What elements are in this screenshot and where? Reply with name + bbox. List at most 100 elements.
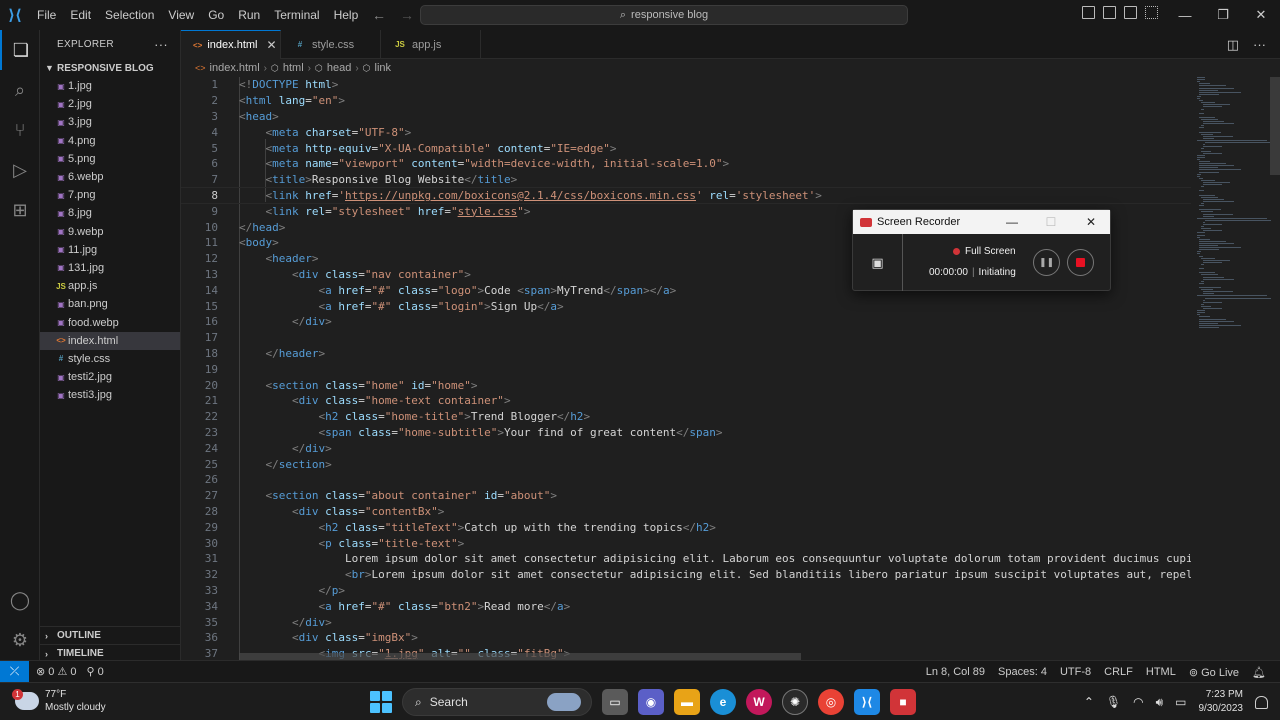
file-name: 3.jpg xyxy=(68,116,92,129)
ports-indicator[interactable]: ⚲ 0 xyxy=(87,665,104,678)
toggle-primary-sidebar-icon[interactable] xyxy=(1082,6,1095,19)
file-explorer-icon[interactable]: ▬ xyxy=(674,689,700,715)
maximize-button[interactable]: ❐ xyxy=(1204,0,1242,30)
menu-terminal[interactable]: Terminal xyxy=(267,0,326,30)
cursor-position[interactable]: Ln 8, Col 89 xyxy=(926,666,985,678)
menu-edit[interactable]: Edit xyxy=(63,0,98,30)
tab-style-css[interactable]: # style.css xyxy=(281,30,381,59)
breadcrumb-item[interactable]: html xyxy=(283,62,304,74)
file-item[interactable]: <> index.html xyxy=(40,331,180,350)
menu-file[interactable]: File xyxy=(30,0,63,30)
weather-widget[interactable]: 1 77°F Mostly cloudy xyxy=(12,688,106,714)
menu-help[interactable]: Help xyxy=(327,0,366,30)
battery-icon[interactable]: ▭ xyxy=(1175,695,1186,709)
menu-go[interactable]: Go xyxy=(201,0,231,30)
vscode-taskbar-icon[interactable]: ⟩⟨ xyxy=(854,689,880,715)
chevron-up-icon[interactable]: ⌃ xyxy=(1084,695,1094,709)
forward-arrow-icon[interactable]: → xyxy=(400,7,414,23)
toggle-secondary-sidebar-icon[interactable] xyxy=(1124,6,1137,19)
more-actions-icon[interactable]: ··· xyxy=(154,37,168,52)
screen-recorder-taskbar-icon[interactable]: ■ xyxy=(890,689,916,715)
teams-icon[interactable]: ◉ xyxy=(638,689,664,715)
file-item[interactable]: ▣ food.webp xyxy=(40,313,180,331)
open-folder-icon[interactable]: ▣ xyxy=(853,234,903,291)
recorder-close-button[interactable]: ✕ xyxy=(1072,210,1110,234)
account-icon[interactable]: ◯ xyxy=(0,580,40,620)
start-button[interactable] xyxy=(370,691,392,713)
js-file-icon: JS xyxy=(395,40,405,49)
outline-section[interactable]: › OUTLINE xyxy=(40,626,181,644)
problems-indicator[interactable]: ⊗ 0 ⚠ 0 xyxy=(36,665,77,678)
tab-label: style.css xyxy=(312,38,355,51)
end-of-line[interactable]: CRLF xyxy=(1104,666,1133,678)
go-live-button[interactable]: ⊚ Go Live xyxy=(1189,666,1239,679)
breadcrumb-item[interactable]: index.html xyxy=(210,62,260,74)
encoding[interactable]: UTF-8 xyxy=(1060,666,1091,678)
remote-icon[interactable]: ⤫ xyxy=(0,660,29,683)
app-w-icon[interactable]: W xyxy=(746,689,772,715)
menu-view[interactable]: View xyxy=(161,0,201,30)
file-item[interactable]: JS app.js xyxy=(40,277,180,295)
breadcrumb-item[interactable]: head xyxy=(327,62,351,74)
notifications-bell-icon[interactable]: 🔔︎ xyxy=(1252,666,1266,679)
breadcrumb-item[interactable]: link xyxy=(375,62,392,74)
file-item[interactable]: ▣ 3.jpg xyxy=(40,113,180,131)
menu-selection[interactable]: Selection xyxy=(98,0,161,30)
file-item[interactable]: # style.css xyxy=(40,350,180,368)
file-item[interactable]: ▣ 5.png xyxy=(40,150,180,168)
file-item[interactable]: ▣ 131.jpg xyxy=(40,259,180,277)
clock[interactable]: 7:23 PM 9/30/2023 xyxy=(1199,688,1244,716)
file-item[interactable]: ▣ 9.webp xyxy=(40,223,180,241)
stop-button[interactable] xyxy=(1067,249,1094,276)
code-editor[interactable]: 1 <!DOCTYPE html> 2 <html lang="en"> 3 <head>… xyxy=(181,77,1191,660)
tab-app-js[interactable]: JS app.js xyxy=(381,30,481,59)
file-item[interactable]: ▣ 1.jpg xyxy=(40,77,180,95)
file-item[interactable]: ▣ 2.jpg xyxy=(40,95,180,113)
back-arrow-icon[interactable]: ← xyxy=(372,7,386,23)
menu-run[interactable]: Run xyxy=(231,0,267,30)
file-item[interactable]: ▣ ban.png xyxy=(40,295,180,313)
file-item[interactable]: ▣ 7.png xyxy=(40,186,180,204)
pause-button[interactable]: ❚❚ xyxy=(1033,249,1060,276)
file-item[interactable]: ▣ 11.jpg xyxy=(40,241,180,259)
chrome-icon[interactable]: ◎ xyxy=(818,689,844,715)
settings-gear-icon[interactable]: ⚙ xyxy=(0,620,40,660)
more-actions-icon[interactable]: ··· xyxy=(1253,37,1266,52)
file-item[interactable]: ▣ testi3.jpg xyxy=(40,386,180,404)
split-editor-icon[interactable]: ◫ xyxy=(1227,37,1239,53)
file-item[interactable]: ▣ 8.jpg xyxy=(40,204,180,222)
language-mode[interactable]: HTML xyxy=(1146,666,1176,678)
file-item[interactable]: ▣ 6.webp xyxy=(40,168,180,186)
vertical-scrollbar[interactable] xyxy=(1270,77,1280,175)
chatgpt-icon[interactable]: ✺ xyxy=(782,689,808,715)
extensions-icon[interactable]: ⊞ xyxy=(0,190,40,230)
toggle-panel-icon[interactable] xyxy=(1103,6,1116,19)
search-view-icon[interactable]: ⌕ xyxy=(0,70,40,110)
microphone-icon[interactable]: 🎙︎ xyxy=(1106,695,1121,709)
wifi-icon[interactable]: ◠ xyxy=(1133,695,1143,709)
run-debug-icon[interactable]: ▷ xyxy=(0,150,40,190)
explorer-icon[interactable]: ❏ xyxy=(0,30,40,70)
tab-index-html[interactable]: <> index.html ✕ xyxy=(181,30,281,59)
code-text: <a href="#" class="logo">Code <span>MyTr… xyxy=(318,283,677,297)
close-tab-icon[interactable]: ✕ xyxy=(266,38,276,52)
minimize-button[interactable]: — xyxy=(1166,0,1204,30)
recorder-minimize-button[interactable]: — xyxy=(993,210,1031,234)
minimap[interactable] xyxy=(1191,77,1271,337)
task-view-icon[interactable]: ▭ xyxy=(602,689,628,715)
command-center-search[interactable]: ⌕ responsive blog xyxy=(420,5,908,25)
code-line: 16 </div> xyxy=(181,314,1191,330)
volume-icon[interactable]: 🔊︎ xyxy=(1156,695,1164,710)
img-file-icon: ▣ xyxy=(57,208,65,218)
source-control-icon[interactable]: ⑂ xyxy=(0,110,40,150)
close-button[interactable]: ✕ xyxy=(1242,0,1280,30)
file-item[interactable]: ▣ testi2.jpg xyxy=(40,368,180,386)
folder-root[interactable]: ▼ RESPONSIVE BLOG xyxy=(40,59,180,77)
notification-bell-icon[interactable] xyxy=(1255,695,1268,709)
customize-layout-icon[interactable] xyxy=(1145,6,1158,19)
recorder-maximize-button[interactable]: ☐ xyxy=(1032,210,1070,234)
taskbar-search[interactable]: ⌕ Search xyxy=(402,688,592,716)
indentation[interactable]: Spaces: 4 xyxy=(998,666,1047,678)
edge-browser-icon[interactable]: e xyxy=(710,689,736,715)
file-item[interactable]: ▣ 4.png xyxy=(40,132,180,150)
